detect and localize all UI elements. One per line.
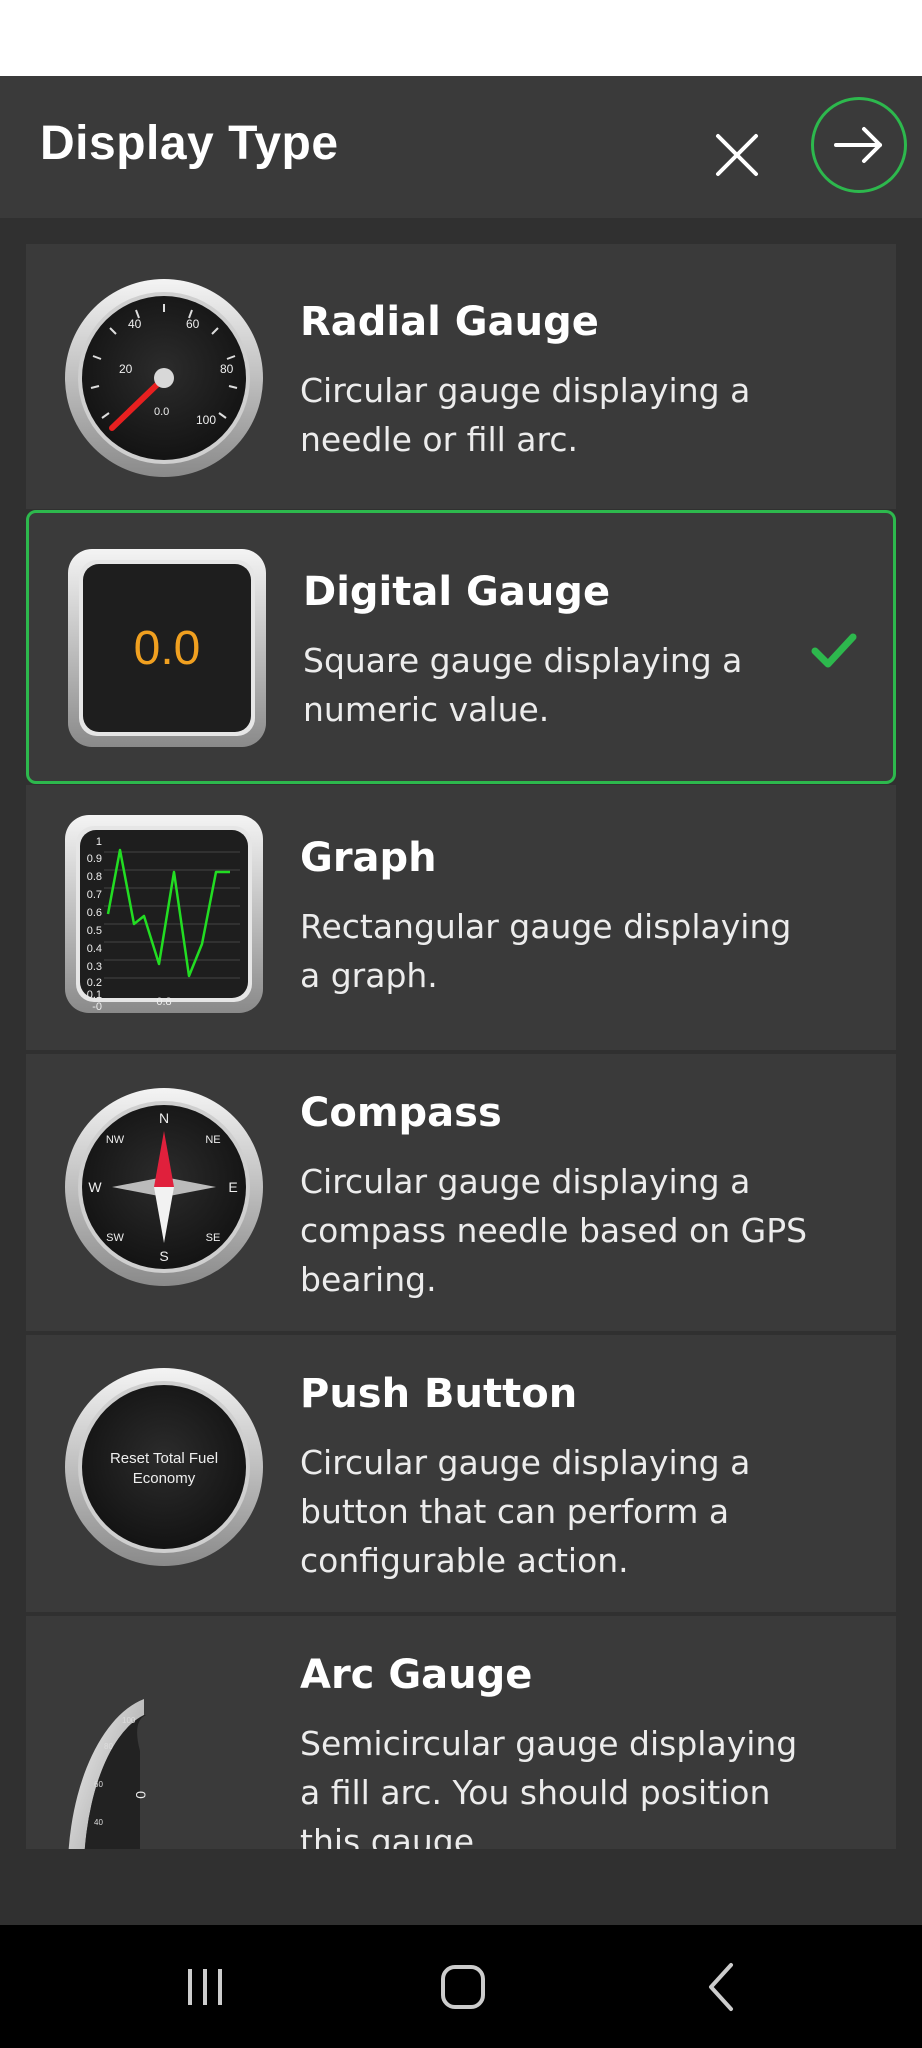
item-title: Radial Gauge — [300, 299, 599, 345]
item-description: Circular gauge displaying a button that … — [300, 1443, 751, 1580]
graph-gauge-icon: 1 0.9 0.8 0.7 0.6 0.5 0.4 0.3 0.2 0.1 -0… — [64, 814, 264, 1014]
close-button[interactable] — [700, 118, 774, 192]
tick-label: -0 — [92, 1001, 102, 1013]
direction-label: N — [159, 1110, 169, 1126]
tick-label: 100 — [122, 1716, 136, 1725]
value-label: 0.8 — [156, 996, 171, 1008]
list-item-compass[interactable]: N NE E SE S SW W NW Compass Circular gau… — [26, 1054, 896, 1331]
tick-label: 0.8 — [87, 871, 102, 883]
tick-label: 20 — [119, 362, 133, 376]
recents-icon — [188, 1969, 222, 2005]
tick-label: 0.3 — [87, 961, 102, 973]
tick-label: 0.2 — [87, 977, 102, 989]
item-title: Push Button — [300, 1371, 578, 1417]
tick-label: 40 — [94, 1818, 103, 1827]
direction-label: NW — [106, 1134, 125, 1146]
value-label: 0.0 — [154, 406, 169, 418]
item-title: Compass — [300, 1090, 502, 1136]
display-type-list[interactable]: 20 40 60 80 100 0.0 Radial Gauge Circula… — [0, 218, 922, 1925]
item-title: Digital Gauge — [303, 569, 611, 615]
direction-label: SE — [206, 1232, 221, 1244]
back-icon — [709, 1963, 733, 2011]
list-item-push-button[interactable]: Reset Total Fuel Economy Push Button Cir… — [26, 1335, 896, 1612]
tick-label: 100 — [196, 413, 216, 427]
button-label-line1: Reset Total Fuel — [110, 1450, 218, 1467]
item-title: Arc Gauge — [300, 1652, 533, 1698]
value-label: 0 — [133, 1791, 149, 1799]
home-icon — [441, 1965, 485, 2009]
direction-label: W — [88, 1179, 102, 1195]
list-item-radial-gauge[interactable]: 20 40 60 80 100 0.0 Radial Gauge Circula… — [26, 244, 896, 509]
value-label: 0.0 — [134, 622, 201, 675]
item-title: Graph — [300, 835, 437, 881]
compass-icon: N NE E SE S SW W NW — [64, 1087, 264, 1287]
status-bar-area — [0, 0, 922, 76]
item-description: Semicircular gauge displaying a fill arc… — [300, 1724, 798, 1849]
direction-label: S — [159, 1248, 168, 1264]
button-label-line2: Economy — [133, 1470, 196, 1487]
list-item-digital-gauge[interactable]: 0.0 Digital Gauge Square gauge displayin… — [26, 510, 896, 784]
tick-label: 80 — [104, 1742, 113, 1751]
tick-label: 1 — [96, 836, 102, 848]
tick-label: 0.5 — [87, 925, 102, 937]
tick-label: 0.7 — [87, 889, 102, 901]
item-description: Circular gauge displaying a needle or fi… — [300, 371, 751, 459]
tick-label: 80 — [220, 362, 234, 376]
push-button-icon: Reset Total Fuel Economy — [64, 1367, 264, 1567]
header: Display Type — [0, 76, 922, 218]
tick-label: 0.4 — [87, 943, 102, 955]
checkmark-icon — [811, 633, 857, 668]
list-item-graph[interactable]: 1 0.9 0.8 0.7 0.6 0.5 0.4 0.3 0.2 0.1 -0… — [26, 785, 896, 1050]
direction-label: E — [228, 1179, 237, 1195]
digital-gauge-icon: 0.0 — [67, 548, 267, 748]
direction-label: SW — [106, 1232, 124, 1244]
item-description: Rectangular gauge displaying a graph. — [300, 907, 792, 995]
back-button[interactable] — [676, 1945, 766, 2029]
arrow-right-icon — [834, 127, 882, 163]
list-item-arc-gauge[interactable]: 100 80 60 40 20 0 Arc Gauge Semicircular… — [26, 1616, 896, 1849]
tick-label: 0.6 — [87, 907, 102, 919]
item-description: Circular gauge displaying a compass need… — [300, 1162, 808, 1299]
direction-label: NE — [205, 1134, 220, 1146]
tick-label: 0.9 — [87, 853, 102, 865]
next-button[interactable] — [811, 97, 907, 193]
radial-gauge-icon: 20 40 60 80 100 0.0 — [64, 278, 264, 478]
recents-button[interactable] — [160, 1945, 250, 2029]
navigation-bar — [0, 1925, 922, 2048]
close-icon — [716, 134, 758, 176]
tick-label: 0.1 — [87, 989, 102, 1001]
arc-gauge-icon: 100 80 60 40 20 0 — [64, 1691, 264, 1849]
page-title: Display Type — [40, 117, 339, 170]
tick-label: 60 — [94, 1780, 103, 1789]
tick-label: 60 — [186, 317, 200, 331]
home-button[interactable] — [418, 1945, 508, 2029]
item-description: Square gauge displaying a numeric value. — [303, 641, 743, 729]
tick-label: 40 — [128, 317, 142, 331]
